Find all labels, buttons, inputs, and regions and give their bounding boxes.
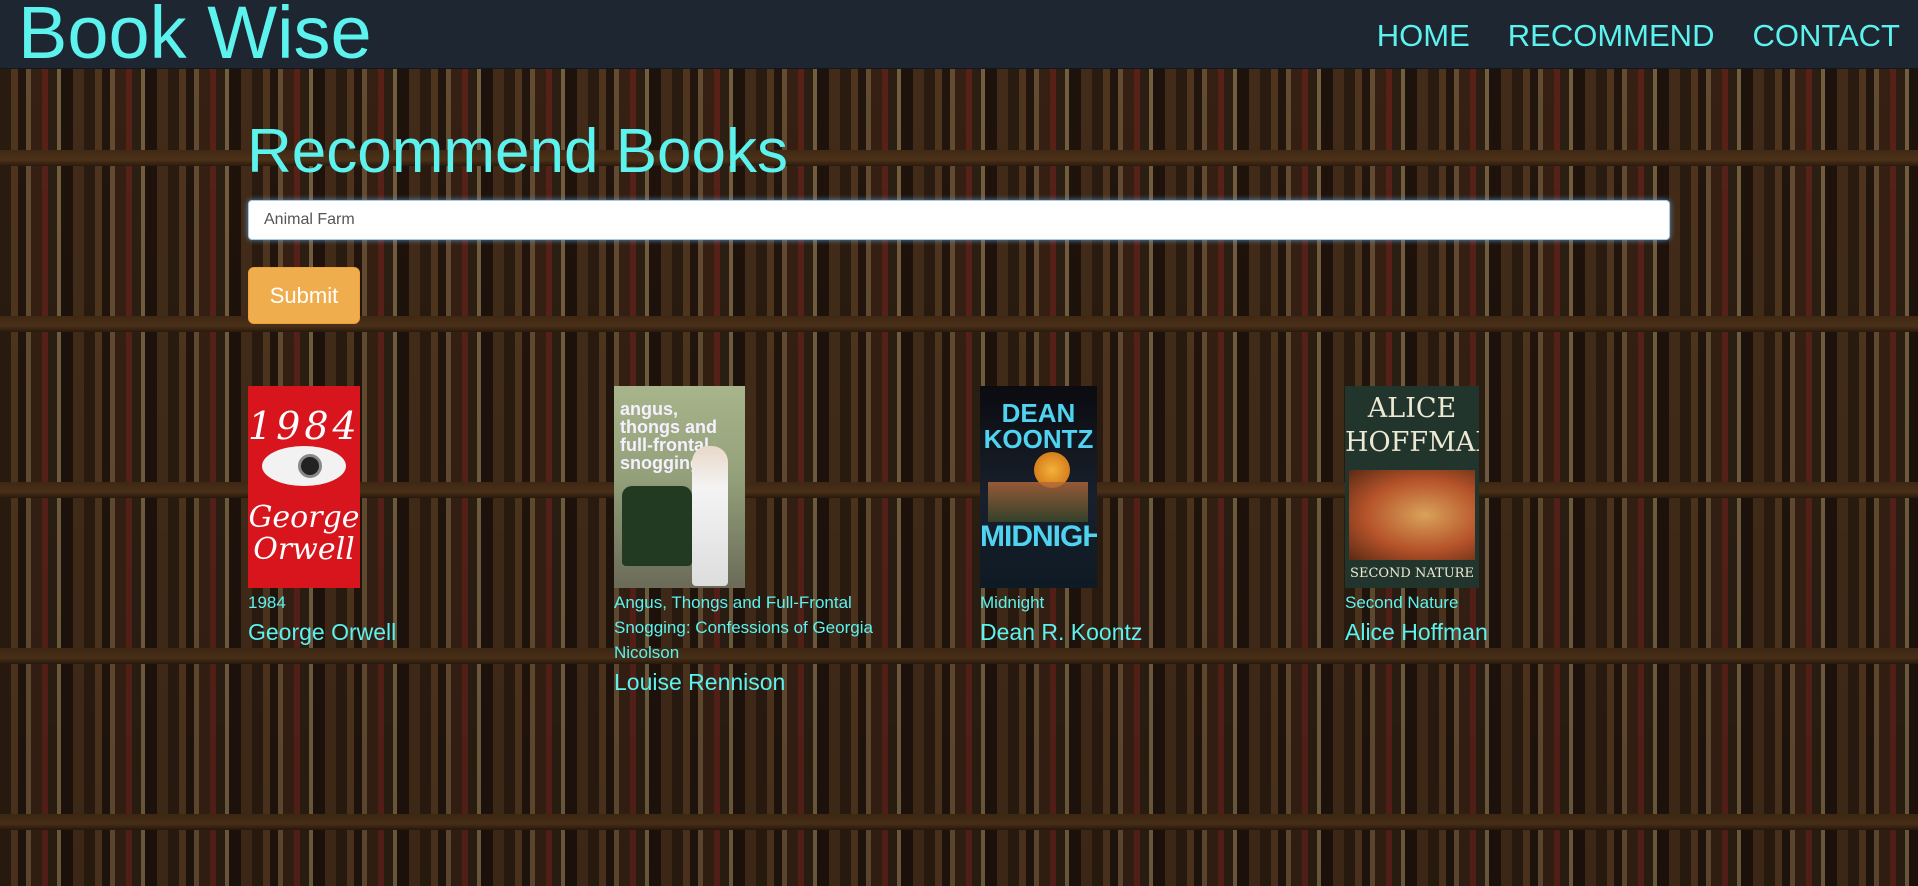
- cover-text: ALICE HOFFMAN: [1345, 393, 1479, 458]
- book-cover-image[interactable]: DEAN KOONTZ MIDNIGHT: [980, 386, 1097, 588]
- book-card[interactable]: 1984 George Orwell 1984 George Orwell: [248, 386, 528, 647]
- book-cover-image[interactable]: angus, thongs and full-frontal snogging: [614, 386, 745, 588]
- book-title: Second Nature: [1345, 593, 1459, 612]
- top-navbar: Book Wise HOME RECOMMEND CONTACT: [0, 0, 1918, 70]
- nav-contact[interactable]: CONTACT: [1752, 18, 1900, 54]
- book-card[interactable]: ALICE HOFFMAN SECOND NATURE Second Natur…: [1345, 386, 1625, 647]
- cover-text: MIDNIGHT: [980, 520, 1097, 553]
- book-author: George Orwell: [248, 619, 397, 645]
- cover-text: George Orwell: [248, 500, 360, 567]
- cover-text: SECOND NATURE: [1350, 566, 1474, 581]
- book-title: Midnight: [980, 593, 1045, 612]
- portrait-graphic: [1349, 470, 1475, 560]
- figure-graphic: [692, 446, 728, 586]
- city-graphic: [988, 482, 1088, 522]
- chair-graphic: [622, 486, 692, 566]
- brand-logo[interactable]: Book Wise: [18, 0, 372, 70]
- book-cover-image[interactable]: ALICE HOFFMAN SECOND NATURE: [1345, 386, 1479, 588]
- book-search-input[interactable]: [248, 200, 1670, 240]
- nav-menu: HOME RECOMMEND CONTACT: [1377, 18, 1900, 54]
- book-author: Louise Rennison: [614, 669, 786, 695]
- page-title: Recommend Books: [247, 117, 789, 186]
- cover-text: DEAN KOONTZ: [983, 398, 1094, 454]
- book-author: Alice Hoffman: [1345, 619, 1488, 645]
- nav-home[interactable]: HOME: [1377, 18, 1470, 54]
- book-cover-image[interactable]: 1984 George Orwell: [248, 386, 360, 588]
- book-card[interactable]: DEAN KOONTZ MIDNIGHT Midnight Dean R. Ko…: [980, 386, 1260, 647]
- book-author: Dean R. Koontz: [980, 619, 1143, 645]
- eye-graphic: [262, 446, 346, 486]
- book-title: Angus, Thongs and Full-Frontal Snogging:…: [614, 593, 873, 662]
- book-title: 1984: [248, 593, 286, 612]
- submit-button[interactable]: Submit: [248, 267, 360, 324]
- book-card[interactable]: angus, thongs and full-frontal snogging …: [614, 386, 894, 697]
- cover-text: 1984: [248, 404, 360, 448]
- nav-recommend[interactable]: RECOMMEND: [1508, 18, 1715, 54]
